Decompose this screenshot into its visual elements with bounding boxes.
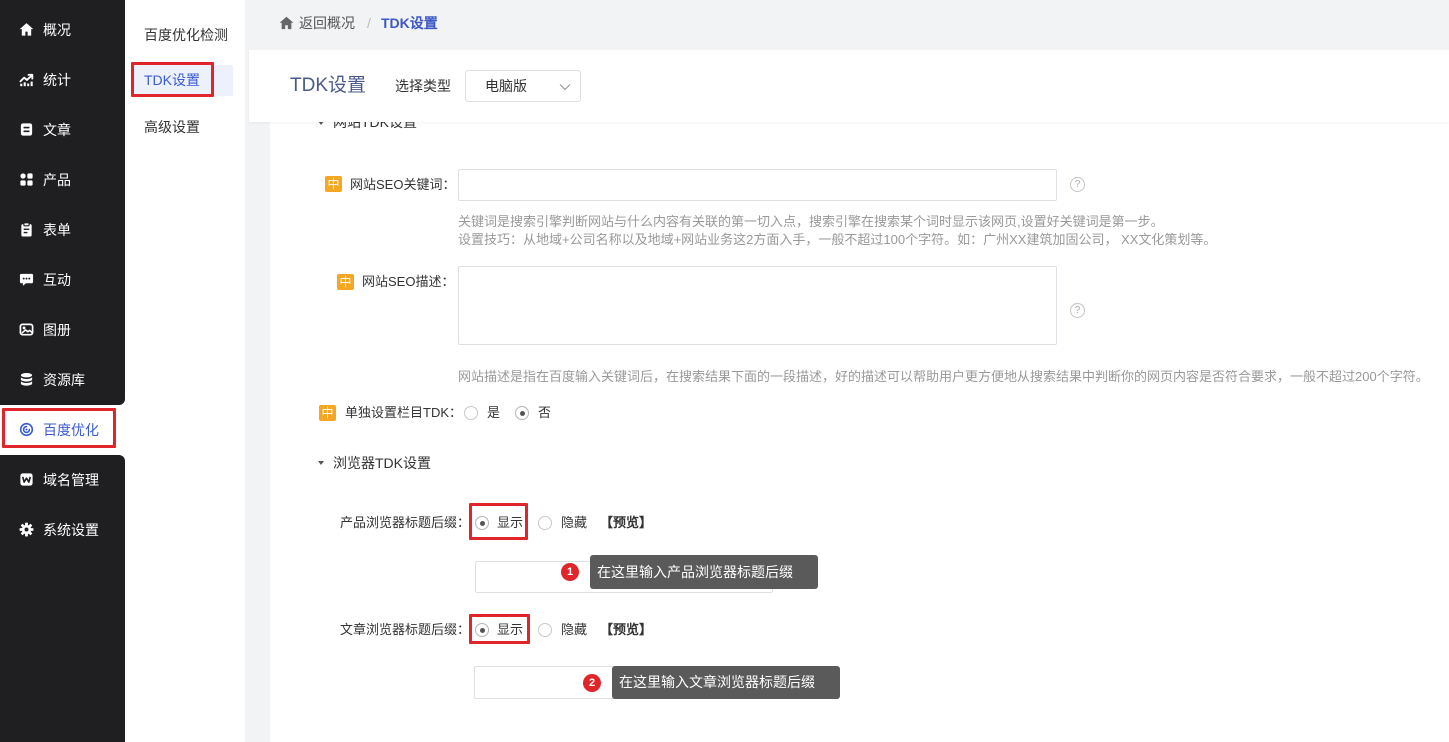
column-tdk-radio-no[interactable]	[515, 406, 529, 420]
home-icon	[19, 23, 34, 36]
language-badge: 中	[337, 274, 354, 290]
sidebar-item-statistics[interactable]: 统计	[0, 55, 125, 105]
sidebar-item-label: 概况	[43, 22, 71, 38]
sidebar-item-products[interactable]: 产品	[0, 155, 125, 205]
article-suffix-preview-link[interactable]: 【预览】	[600, 620, 652, 640]
sidebar-item-label: 互动	[43, 272, 71, 288]
seo-description-label: 网站SEO描述：	[362, 274, 455, 289]
language-badge: 中	[325, 176, 342, 192]
baidu-seo-icon	[19, 422, 34, 437]
sidebar-item-settings[interactable]: 系统设置	[0, 505, 125, 555]
seo-description-textarea[interactable]	[458, 266, 1057, 345]
page-title: TDK设置	[290, 75, 367, 96]
article-suffix-label: 文章浏览器标题后缀：	[340, 622, 471, 637]
sidebar-item-articles[interactable]: 文章	[0, 105, 125, 155]
chat-icon	[19, 273, 34, 286]
breadcrumb-current: TDK设置	[381, 15, 438, 31]
sidebar-item-label: 表单	[43, 222, 71, 238]
sidebar-item-label: 系统设置	[43, 522, 99, 538]
sidebar-item-label: 资源库	[43, 372, 85, 388]
seo-description-help: 网站描述是指在百度输入关键词后，在搜索结果下面的一段描述，好的描述可以帮助用户更…	[458, 369, 1429, 384]
column-tdk-option-yes[interactable]: 是	[487, 403, 500, 423]
main-sidebar: 概况 统计 文章 产品 表单 互动 图册 资源库 百度优化 域名管理 系统设置	[0, 0, 125, 742]
product-suffix-radio-hide[interactable]	[538, 516, 552, 530]
database-icon	[20, 373, 33, 386]
seo-keywords-input[interactable]	[458, 169, 1057, 201]
sidebar-item-baidu-seo[interactable]: 百度优化	[0, 405, 125, 455]
seo-subnav: 百度优化检测 TDK设置 高级设置	[125, 0, 245, 742]
sidebar-item-label: 图册	[43, 322, 71, 338]
column-tdk-option-no[interactable]: 否	[538, 403, 551, 423]
product-suffix-option-show[interactable]: 显示	[497, 513, 523, 533]
w-domain-icon	[20, 473, 33, 486]
type-select[interactable]: 电脑版	[465, 70, 581, 102]
breadcrumb-separator: /	[367, 15, 371, 31]
grid-icon	[20, 173, 33, 186]
subnav-item-tdk[interactable]: TDK设置	[133, 65, 233, 96]
type-select-label: 选择类型	[395, 78, 451, 94]
sidebar-item-label: 域名管理	[43, 472, 99, 488]
chart-icon	[19, 73, 34, 87]
column-tdk-label: 单独设置栏目TDK：	[345, 405, 463, 420]
type-select-value: 电脑版	[485, 78, 527, 94]
subnav-item-advanced[interactable]: 高级设置	[133, 112, 233, 143]
article-icon	[20, 123, 33, 136]
product-suffix-option-hide[interactable]: 隐藏	[561, 513, 587, 533]
sidebar-item-interactions[interactable]: 互动	[0, 255, 125, 305]
sidebar-item-domains[interactable]: 域名管理	[0, 455, 125, 505]
annotation-tooltip: 在这里输入文章浏览器标题后缀	[612, 666, 840, 699]
section-title-browser-tdk[interactable]: 浏览器TDK设置	[333, 454, 431, 472]
annotation-tooltip: 在这里输入产品浏览器标题后缀	[590, 555, 818, 589]
language-badge: 中	[319, 405, 336, 421]
breadcrumb-back-link[interactable]: 返回概况	[299, 13, 355, 33]
help-icon[interactable]: ?	[1070, 177, 1085, 192]
annotation-step-number: 2	[583, 674, 601, 692]
seo-keywords-label: 网站SEO关键词：	[350, 177, 456, 192]
album-icon	[19, 323, 34, 336]
sidebar-item-overview[interactable]: 概况	[0, 5, 125, 55]
section-title-site-tdk[interactable]: 网站TDK设置	[333, 122, 417, 131]
sidebar-item-label: 统计	[43, 72, 71, 88]
tdk-settings-panel: 网站TDK设置 中 网站SEO关键词： ? 关键词是搜索引擎判断网站与什么内容有…	[270, 122, 1449, 742]
article-suffix-radio-show[interactable]	[475, 623, 489, 637]
article-suffix-radio-hide[interactable]	[538, 623, 552, 637]
sidebar-item-label: 产品	[43, 172, 71, 188]
article-suffix-option-hide[interactable]: 隐藏	[561, 620, 587, 640]
help-icon[interactable]: ?	[1070, 303, 1085, 318]
product-suffix-radio-show[interactable]	[475, 516, 489, 530]
sidebar-item-label: 文章	[43, 122, 71, 138]
caret-down-icon[interactable]	[318, 122, 324, 125]
seo-keywords-help-line: 关键词是搜索引擎判断网站与什么内容有关联的第一切入点，搜索引擎在搜索某个词时显示…	[458, 214, 1164, 229]
home-icon[interactable]	[279, 16, 294, 30]
sidebar-item-label: 百度优化	[43, 422, 99, 438]
page-header: TDK设置 选择类型 电脑版	[249, 50, 1449, 122]
sidebar-item-forms[interactable]: 表单	[0, 205, 125, 255]
caret-down-icon[interactable]	[318, 461, 324, 465]
chevron-down-icon	[559, 84, 571, 91]
product-suffix-preview-link[interactable]: 【预览】	[600, 513, 652, 533]
sidebar-item-resources[interactable]: 资源库	[0, 355, 125, 405]
gear-icon	[19, 522, 34, 537]
column-tdk-radio-yes[interactable]	[464, 406, 478, 420]
product-suffix-label: 产品浏览器标题后缀：	[340, 515, 471, 530]
seo-keywords-help-line: 设置技巧：从地域+公司名称以及地域+网站业务这2方面入手，一般不超过100个字符…	[458, 232, 1217, 247]
sidebar-item-albums[interactable]: 图册	[0, 305, 125, 355]
annotation-step-number: 1	[561, 563, 579, 581]
clipboard-icon	[21, 222, 32, 237]
subnav-item-seo-check[interactable]: 百度优化检测	[133, 20, 233, 51]
article-suffix-option-show[interactable]: 显示	[497, 620, 523, 640]
